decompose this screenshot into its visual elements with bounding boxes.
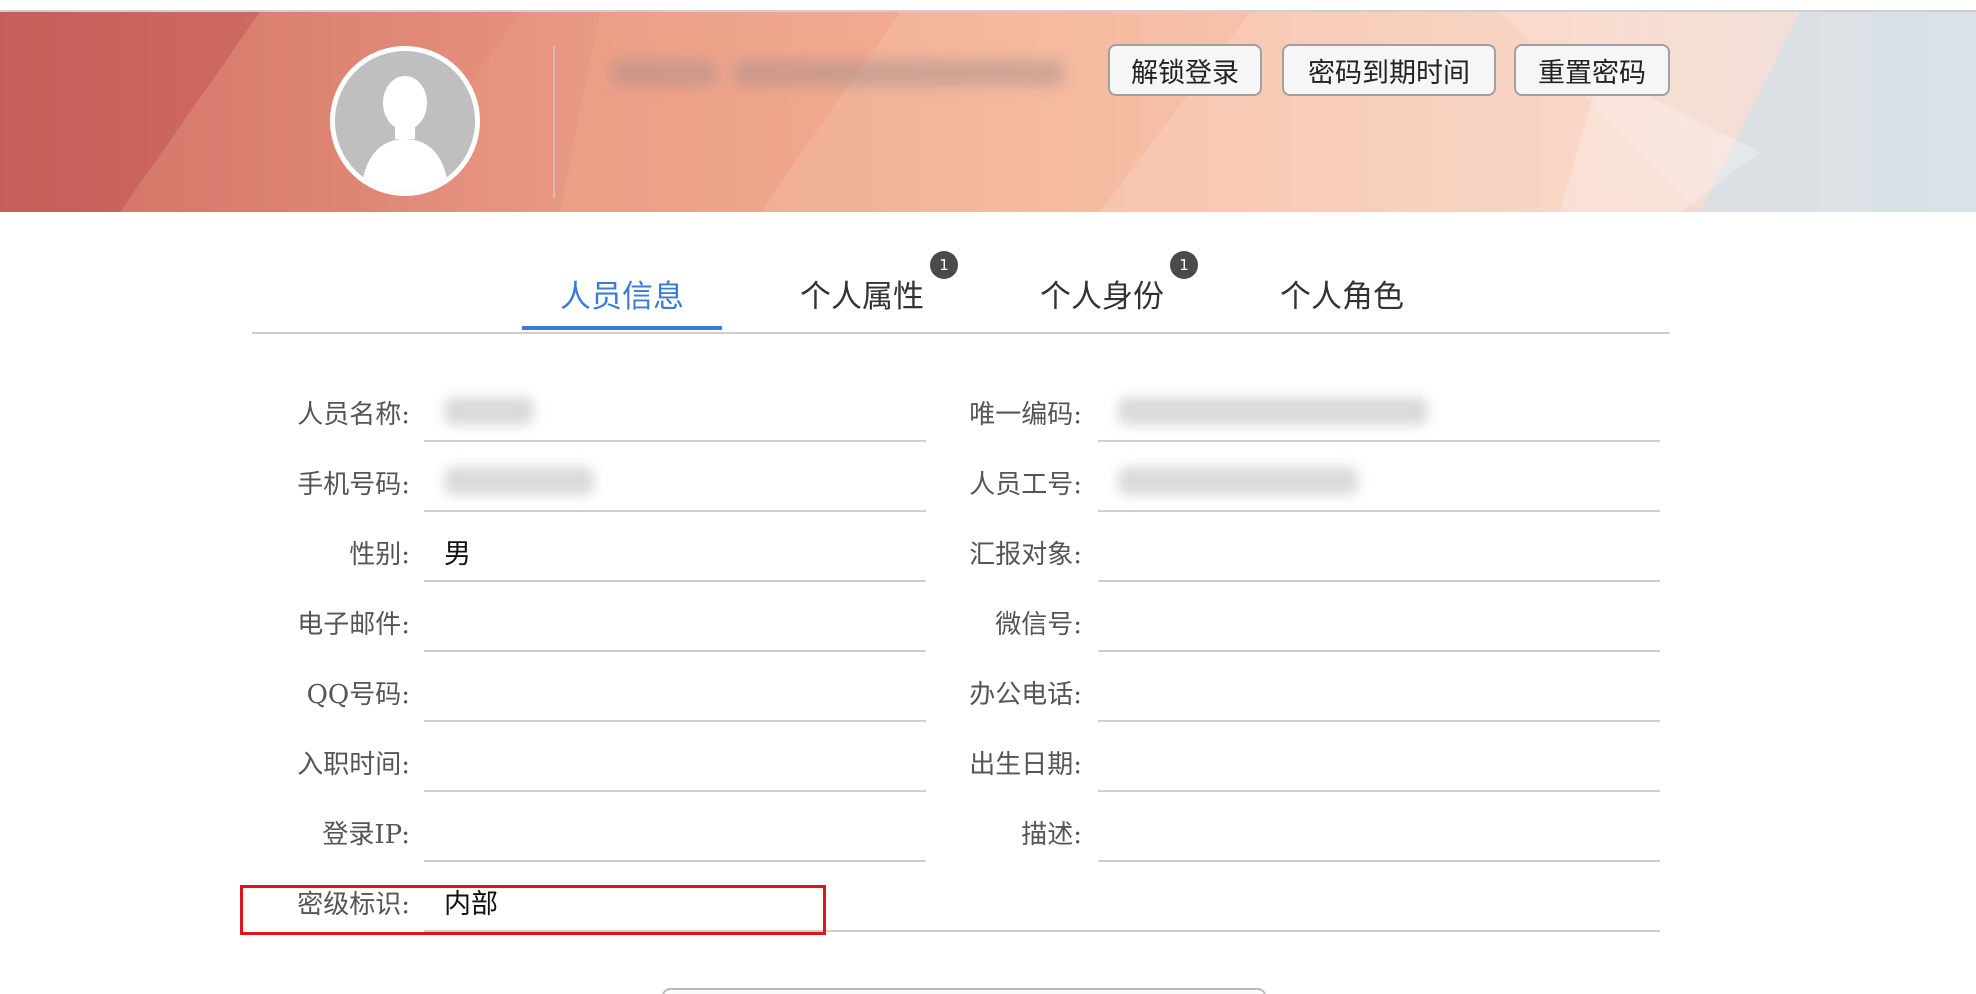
field-row-employee-id: 人员工号: (0, 452, 1670, 516)
redacted-value (1118, 397, 1428, 425)
profile-tabs: 人员信息 个人属性 1 个人身份 1 个人角色 (252, 250, 1670, 334)
field-label: 办公电话: (969, 679, 1082, 710)
unlock-login-button[interactable]: 解锁登录 (1108, 44, 1262, 96)
user-profile-page: 解锁登录 密码到期时间 重置密码 人员信息 个人属性 1 个人身份 1 个人角色… (0, 0, 1976, 994)
tab-personal-attributes[interactable]: 个人属性 1 (762, 250, 962, 330)
annotation-highlight-box (240, 885, 826, 935)
field-row-birth-date: 出生日期: (0, 732, 1670, 796)
tab-personal-identity[interactable]: 个人身份 1 (1002, 250, 1202, 330)
tab-label: 人员信息 (560, 278, 684, 315)
field-row-description: 描述: (0, 802, 1670, 866)
field-row-wechat: 微信号: (0, 592, 1670, 656)
count-badge: 1 (1170, 250, 1198, 279)
tab-personnel-info[interactable]: 人员信息 (522, 260, 722, 330)
tab-label: 个人角色 (1280, 278, 1404, 315)
tab-label: 个人属性 (800, 278, 924, 315)
password-expiry-button[interactable]: 密码到期时间 (1282, 44, 1496, 96)
redacted-value (1118, 467, 1358, 495)
wechat-field[interactable] (1098, 592, 1660, 652)
profile-banner (0, 10, 1976, 212)
report-to-field[interactable] (1098, 522, 1660, 582)
tab-label-wrap: 个人身份 1 (1040, 250, 1198, 316)
redacted-name-and-id (612, 60, 1064, 86)
tab-label: 个人身份 (1040, 278, 1164, 315)
bottom-action-button[interactable] (662, 988, 1266, 994)
field-label: 人员工号: (969, 469, 1082, 500)
field-row-unique-code: 唯一编码: (0, 382, 1670, 446)
count-badge: 1 (930, 250, 958, 279)
field-row-office-phone: 办公电话: (0, 662, 1670, 726)
redacted-name (612, 60, 716, 86)
field-label: 描述: (1021, 819, 1082, 850)
field-label: 微信号: (995, 609, 1082, 640)
field-row-report-to: 汇报对象: (0, 522, 1670, 586)
banner-background (0, 12, 1976, 212)
redacted-id (734, 60, 1064, 86)
user-silhouette-icon (335, 51, 475, 191)
header-divider (553, 46, 555, 198)
field-label: 汇报对象: (969, 539, 1082, 570)
unique-code-field[interactable] (1098, 382, 1660, 442)
field-label: 唯一编码: (969, 399, 1082, 430)
description-field[interactable] (1098, 802, 1660, 862)
reset-password-button[interactable]: 重置密码 (1514, 44, 1670, 96)
tab-label-wrap: 个人属性 1 (800, 250, 958, 316)
field-label: 出生日期: (969, 749, 1082, 780)
employee-id-field[interactable] (1098, 452, 1660, 512)
birth-date-field[interactable] (1098, 732, 1660, 792)
office-phone-field[interactable] (1098, 662, 1660, 722)
tab-personal-roles[interactable]: 个人角色 (1242, 260, 1442, 330)
avatar (330, 46, 480, 196)
